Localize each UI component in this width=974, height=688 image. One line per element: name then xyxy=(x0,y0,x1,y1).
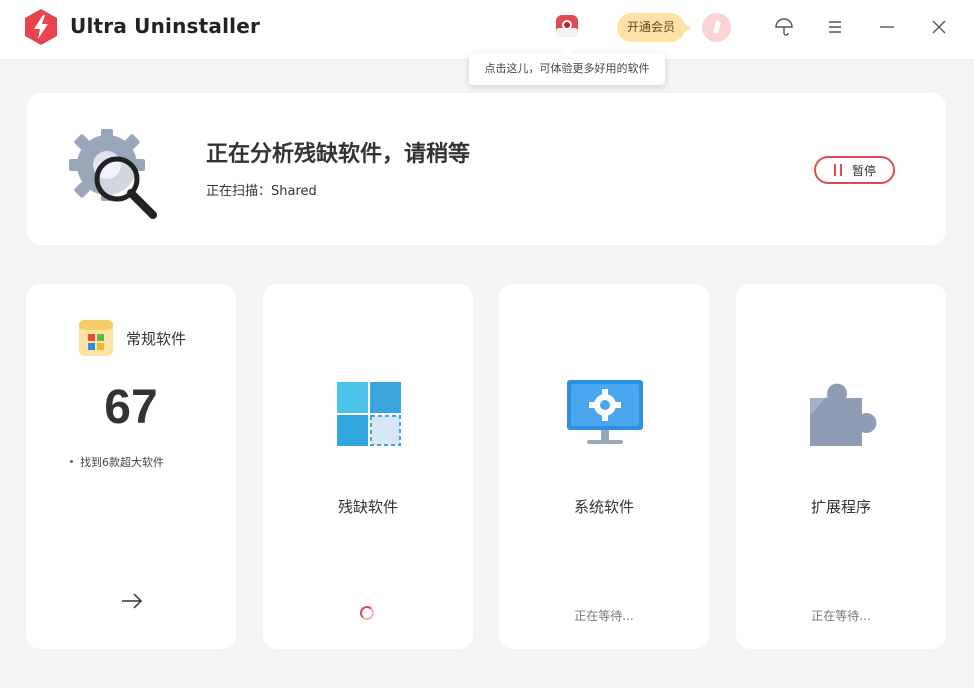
user-avatar-icon xyxy=(702,13,731,42)
umbrella-icon[interactable] xyxy=(772,15,796,39)
extension-icon xyxy=(810,383,877,446)
promo-tooltip: 点击这儿，可体验更多好用的软件 xyxy=(469,47,665,85)
category-card-system[interactable]: 系统软件 正在等待... xyxy=(499,284,709,649)
incomplete-software-icon xyxy=(337,382,401,446)
category-label: 扩展程序 xyxy=(810,498,871,516)
title-bar: Ultra Uninstaller 开通会员 xyxy=(0,0,974,60)
large-software-note: 找到6款超大软件 xyxy=(70,456,164,469)
category-card-incomplete[interactable]: 残缺软件 xyxy=(263,284,473,649)
system-software-icon xyxy=(567,380,643,444)
category-label: 常规软件 xyxy=(126,330,187,348)
category-label: 残缺软件 xyxy=(337,498,398,516)
arrow-right-icon[interactable] xyxy=(120,591,144,611)
scan-status: 正在扫描：Shared xyxy=(206,180,317,199)
regular-software-icon xyxy=(79,320,113,356)
scanning-gear-magnifier-icon xyxy=(69,129,157,219)
category-label: 系统软件 xyxy=(573,498,634,516)
close-icon[interactable] xyxy=(927,15,951,39)
minimize-icon[interactable] xyxy=(875,15,899,39)
scan-progress-card: 正在分析残缺软件，请稍等 正在扫描：Shared 暂停 xyxy=(27,93,946,245)
category-card-regular[interactable]: 常规软件 67 找到6款超大软件 xyxy=(26,284,236,649)
pause-icon xyxy=(832,164,844,176)
promo-app-icon[interactable] xyxy=(555,14,579,38)
loading-spinner xyxy=(360,606,374,620)
vip-button[interactable]: 开通会员 xyxy=(617,13,692,42)
waiting-status: 正在等待... xyxy=(811,609,871,623)
software-count: 67 xyxy=(104,381,158,434)
app-title: Ultra Uninstaller xyxy=(70,14,261,38)
waiting-status: 正在等待... xyxy=(574,609,634,623)
scan-status-value: Shared xyxy=(271,184,317,199)
avatar[interactable] xyxy=(702,13,731,42)
menu-icon[interactable] xyxy=(823,15,847,39)
pause-label: 暂停 xyxy=(852,164,877,178)
app-logo-icon xyxy=(25,9,57,45)
category-card-extensions[interactable]: 扩展程序 正在等待... xyxy=(736,284,946,649)
scan-status-prefix: 正在扫描： xyxy=(206,184,272,199)
pause-button[interactable]: 暂停 xyxy=(814,156,895,184)
scan-title: 正在分析残缺软件，请稍等 xyxy=(206,142,471,167)
